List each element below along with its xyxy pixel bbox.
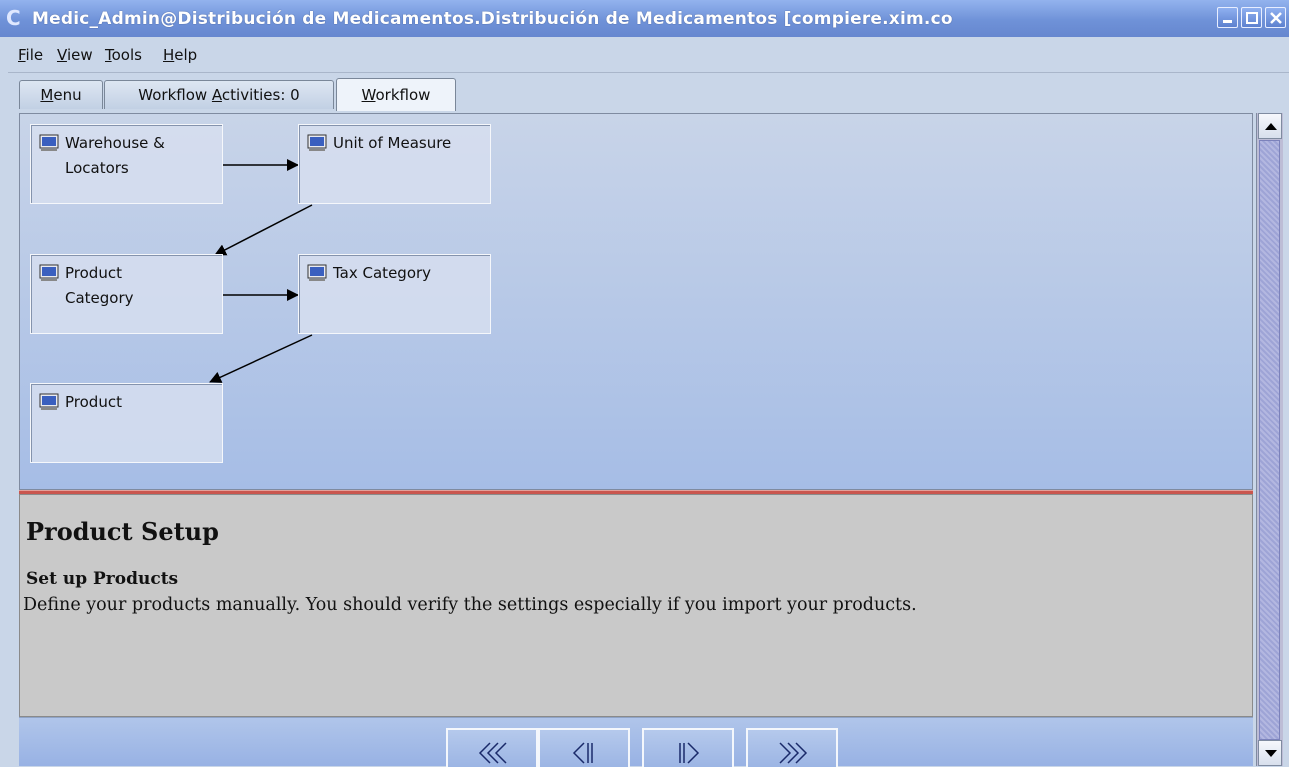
maximize-icon [1246,12,1258,24]
node-label-line1: Product [65,264,122,282]
node-label-line1: Unit of Measure [333,134,452,152]
previous-icon [572,742,593,764]
node-label: Warehouse & Locators [65,131,215,181]
tab-activities-mnemonic: A [211,86,222,104]
description-panel: Product Setup Set up Products Define you… [19,494,1253,717]
window-left-edge [0,37,8,766]
workflow-diagram: Warehouse & Locators Unit of Measure Prod… [19,113,1253,490]
first-button[interactable] [446,728,538,767]
first-icon [478,742,507,764]
workflow-node-unit-of-measure[interactable]: Unit of Measure [298,124,491,204]
monitor-icon [39,393,59,410]
workflow-title: Product Setup [26,517,219,546]
minimize-icon [1223,20,1232,23]
monitor-icon [39,264,59,281]
node-label-line1: Warehouse & [65,134,165,152]
tab-workflow[interactable]: Workflow [336,78,456,111]
node-label: Product [65,390,215,415]
edge-tax-category-product [209,334,313,383]
maximize-button[interactable] [1241,7,1262,28]
vertical-scrollbar[interactable] [1256,113,1283,766]
monitor-icon [39,134,59,151]
menu-file[interactable]: File [18,46,43,64]
workflow-node-warehouse[interactable]: Warehouse & Locators [30,124,223,204]
title-bar[interactable]: C Medic_Admin@Distribución de Medicament… [0,0,1289,37]
node-label-line2: Category [65,289,134,307]
last-icon [779,742,808,764]
node-label: Tax Category [333,261,483,286]
close-button[interactable] [1265,7,1286,28]
tab-menu-mnemonic: M [40,86,54,104]
last-button[interactable] [746,728,838,767]
node-label-line1: Product [65,393,122,411]
menu-help-mnemonic: H [163,46,175,64]
menu-tools-mnemonic: T [105,46,112,64]
tab-workflow-mnemonic: W [361,86,376,104]
tab-activities-pre: Workflow [138,86,212,104]
menu-view[interactable]: View [57,46,93,64]
tab-activities-label: ctivities: 0 [221,86,300,104]
previous-button[interactable] [538,728,630,767]
tab-menu-label: enu [53,86,82,104]
menu-tools[interactable]: Tools [105,46,142,64]
menu-file-label: ile [25,46,44,64]
minimize-button[interactable] [1217,7,1238,28]
scrollbar-thumb[interactable] [1259,140,1280,740]
node-label-line2: Locators [65,159,129,177]
navigation-bar [19,717,1253,767]
menu-file-mnemonic: F [18,46,26,64]
node-label: Unit of Measure [333,131,483,156]
workflow-node-tax-category[interactable]: Tax Category [298,254,491,334]
next-icon [679,742,700,764]
arrow-down-icon [1265,750,1277,757]
app-logo-icon: C [6,6,21,30]
menu-help-label: elp [174,46,198,64]
next-button[interactable] [642,728,734,767]
edge-uom-product-category [214,204,313,256]
menu-view-label: iew [66,46,93,64]
tab-menu[interactable]: Menu [19,80,103,109]
scroll-up-button[interactable] [1258,113,1282,139]
node-label-line1: Tax Category [333,264,432,282]
workflow-node-product-category[interactable]: Product Category [30,254,223,334]
tab-workflow-label: orkflow [375,86,431,104]
scroll-down-button[interactable] [1258,740,1282,766]
menu-view-mnemonic: V [57,46,67,64]
tab-workflow-activities[interactable]: Workflow Activities: 0 [104,80,334,109]
node-description: Define your products manually. You shoul… [23,595,917,615]
workflow-node-product[interactable]: Product [30,383,223,463]
node-title: Set up Products [26,569,179,589]
arrow-up-icon [1265,123,1277,130]
menu-tools-label: ools [111,46,142,64]
node-label: Product Category [65,261,215,311]
close-icon [1270,12,1282,24]
window-title: Medic_Admin@Distribución de Medicamentos… [32,9,953,29]
menu-bar: File View Tools Help [8,37,1289,73]
monitor-icon [307,264,327,281]
menu-help[interactable]: Help [163,46,197,64]
monitor-icon [307,134,327,151]
